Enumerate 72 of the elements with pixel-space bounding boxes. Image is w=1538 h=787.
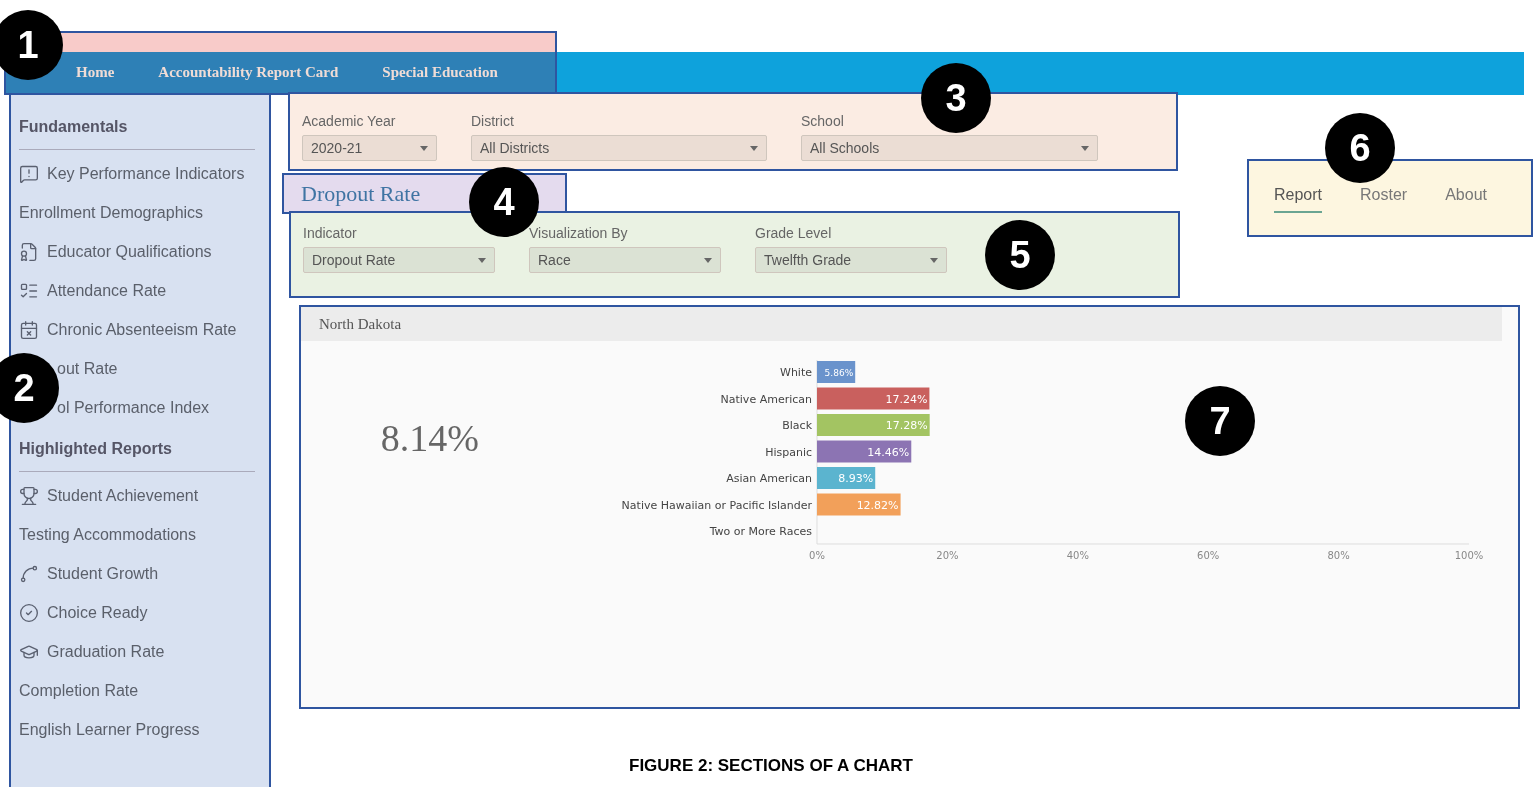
sidebar-item[interactable]: Chronic Absenteeism Rate	[47, 317, 237, 342]
sidebar-item[interactable]: Key Performance Indicators	[47, 161, 245, 186]
sidebar-item[interactable]: Enrollment Demographics	[19, 200, 204, 225]
category-label: Black	[782, 419, 812, 432]
axis-tick-label: 20%	[936, 550, 959, 561]
caret-icon	[930, 257, 938, 263]
category-label: Hispanic	[765, 445, 812, 459]
certificate-icon	[19, 241, 39, 262]
caret-icon	[704, 257, 712, 263]
caret-icon	[750, 145, 758, 151]
category-label: Native American	[720, 392, 812, 406]
dropdown[interactable]: Race	[529, 247, 721, 273]
sidebar-item[interactable]: Testing Accommodations	[19, 522, 196, 547]
region-title: North Dakota	[319, 314, 402, 334]
category-label: Native Hawaiian or Pacific Islander	[621, 498, 812, 512]
overall-rate: 8.14%	[380, 416, 479, 461]
nav-link[interactable]: Special Education	[382, 61, 498, 84]
view-tab[interactable]: Roster	[1360, 183, 1408, 213]
dropdown[interactable]: All Districts	[471, 135, 767, 161]
section-heading: Highlighted Reports	[19, 439, 173, 459]
sidebar-item[interactable]: Educator Qualifications	[47, 239, 212, 264]
bar	[817, 467, 876, 489]
dropdown[interactable]: Dropout Rate	[303, 247, 495, 273]
sidebar-item[interactable]: Student Growth	[47, 561, 159, 586]
check-circle-icon	[19, 602, 39, 623]
view-tab[interactable]: About	[1445, 183, 1487, 213]
axis-tick-label: 0%	[809, 550, 825, 561]
view-tab[interactable]: Report	[1274, 183, 1323, 213]
category-label: Asian American	[726, 472, 812, 485]
value-label: 8.93%	[838, 472, 874, 485]
dropdown[interactable]: All Schools	[801, 135, 1098, 161]
growth-line-icon	[19, 563, 39, 584]
nav-link[interactable]: Home	[76, 61, 115, 84]
nav-link[interactable]: Accountability Report Card	[158, 61, 339, 84]
annotation-marker: 1	[0, 10, 63, 80]
filter-label: Academic Year	[302, 112, 397, 130]
sidebar-item[interactable]: English Learner Progress	[19, 717, 200, 742]
sidebar-item[interactable]: Graduation Rate	[47, 639, 165, 664]
bar	[817, 361, 856, 383]
filter-label: School	[801, 112, 845, 130]
filter-label: District	[471, 112, 515, 130]
annotation-marker: 6	[1325, 113, 1395, 183]
sidebar-item[interactable]: Choice Ready	[47, 600, 148, 625]
section-heading: Fundamentals	[19, 117, 129, 137]
sidebar-item[interactable]: Attendance Rate	[47, 278, 167, 303]
calendar-icon	[19, 319, 39, 340]
sidebar-item[interactable]: out Rate	[57, 356, 118, 381]
filter-label: Indicator	[303, 224, 358, 242]
sidebar-item[interactable]: ol Performance Index	[57, 395, 210, 420]
axis-tick-label: 100%	[1454, 550, 1484, 561]
figure-caption: FIGURE 2: SECTIONS OF A CHART	[629, 755, 914, 777]
value-label: 12.82%	[856, 498, 899, 512]
dropdown[interactable]: Twelfth Grade	[755, 247, 947, 273]
value-label: 14.46%	[867, 445, 910, 459]
filter-label: Grade Level	[755, 224, 833, 242]
caret-icon	[1081, 145, 1089, 151]
caret-icon	[478, 257, 486, 263]
axis-tick-label: 80%	[1327, 550, 1350, 561]
axis-tick-label: 60%	[1197, 550, 1220, 561]
category-label: Two or More Races	[709, 525, 812, 538]
value-label: 5.86%	[824, 368, 854, 378]
value-label: 17.28%	[885, 419, 928, 432]
dropdown[interactable]: 2020-21	[302, 135, 437, 161]
value-label: 17.24%	[885, 392, 928, 406]
trophy-icon	[19, 485, 39, 506]
axis-tick-label: 40%	[1066, 550, 1089, 561]
sidebar-item[interactable]: Student Achievement	[47, 483, 199, 508]
sidebar-item[interactable]: Completion Rate	[19, 678, 139, 703]
key-performance-icon	[19, 163, 39, 184]
page-title: Dropout Rate	[301, 180, 421, 208]
category-label: White	[780, 366, 812, 379]
caret-icon	[420, 145, 428, 151]
